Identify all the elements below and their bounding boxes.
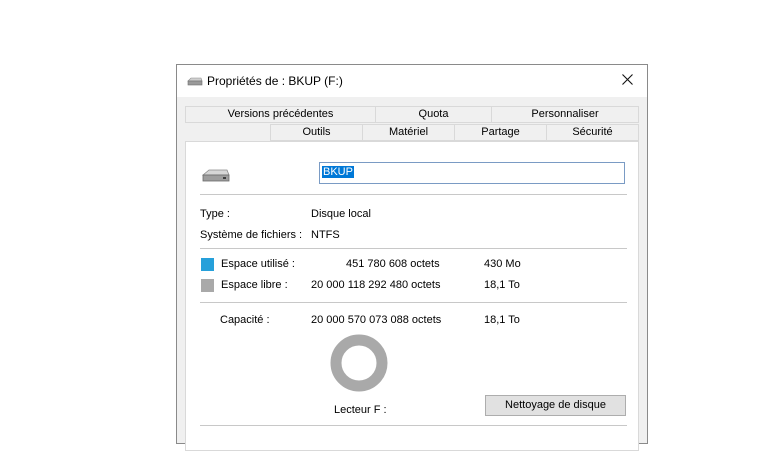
tab-label: Sécurité [572,126,613,138]
properties-dialog: Propriétés de : BKUP (F:) Versions précé… [176,64,648,451]
used-space-size: 430 Mo [484,258,521,270]
tab-label: Quota [418,108,449,120]
separator [200,194,627,195]
free-space-bytes: 20 000 118 292 480 octets [311,279,441,291]
used-space-label: Espace utilisé : [221,258,295,270]
free-space-size: 18,1 To [484,279,520,291]
general-panel: BKUP Type : Disque local Système de fich… [185,141,639,451]
capacity-bytes: 20 000 570 073 088 octets [311,314,442,326]
separator [200,302,627,303]
used-space-bytes: 451 780 608 octets [346,258,440,270]
tab-outils[interactable]: Outils [270,124,363,141]
title-bar[interactable]: Propriétés de : BKUP (F:) [177,65,647,97]
tab-quota[interactable]: Quota [375,106,492,123]
disk-cleanup-button[interactable]: Nettoyage de disque [485,395,626,416]
window-title: Propriétés de : BKUP (F:) [207,74,343,88]
tab-securite[interactable]: Sécurité [546,124,639,141]
drive-icon [187,77,203,90]
close-icon [621,73,633,88]
free-space-swatch [201,279,214,292]
disk-usage-donut [330,334,388,392]
tab-label: Partage [481,126,520,138]
tab-label: Outils [302,126,331,138]
drive-icon [201,168,231,187]
capacity-label: Capacité : [220,314,270,326]
drive-name-input[interactable]: BKUP [319,162,625,184]
tab-label: Personnaliser [531,108,599,120]
free-space-label: Espace libre : [221,279,288,291]
tab-label: Matériel [388,126,429,138]
used-space-swatch [201,258,214,271]
filesystem-value: NTFS [311,229,340,241]
type-value: Disque local [311,208,371,220]
capacity-size: 18,1 To [484,314,520,326]
tab-personnaliser[interactable]: Personnaliser [491,106,639,123]
tab-versions-precedentes[interactable]: Versions précédentes [185,106,376,123]
free-space-ring [330,334,388,392]
separator [200,425,627,426]
drive-letter-label: Lecteur F : [334,404,387,416]
close-button[interactable] [607,65,647,96]
separator [200,248,627,249]
selected-name-text: BKUP [322,166,354,178]
tab-label: Versions précédentes [227,108,334,120]
filesystem-label: Système de fichiers : [200,229,303,241]
tab-materiel[interactable]: Matériel [362,124,455,141]
tab-partage[interactable]: Partage [454,124,547,141]
type-label: Type : [200,208,230,220]
